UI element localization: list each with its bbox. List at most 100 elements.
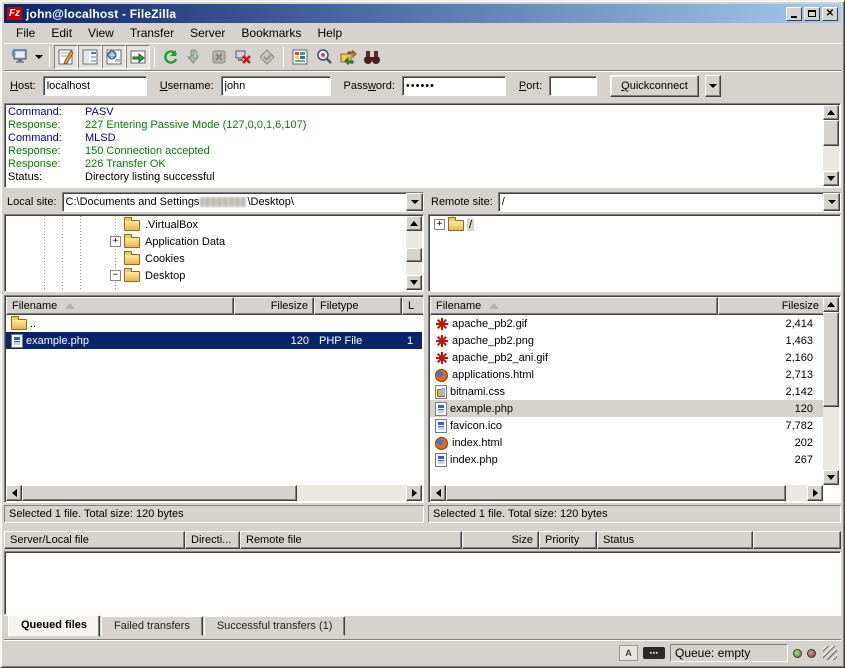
menu-server[interactable]: Server [182, 24, 233, 42]
scroll-right-button[interactable] [807, 485, 823, 501]
tab-queued-files[interactable]: Queued files [8, 615, 100, 637]
local-treeview-icon [81, 48, 99, 66]
expander[interactable] [110, 253, 121, 264]
queue-column-status[interactable]: Status [597, 531, 753, 549]
local-site-combo[interactable]: C:\Documents and Settings\Desktop\ [62, 192, 424, 212]
arrow-left-icon [12, 489, 17, 497]
scrollbar-thumb[interactable] [446, 485, 786, 501]
refresh-button[interactable] [159, 45, 183, 69]
process-queue-button[interactable] [183, 45, 207, 69]
queue-column-priority[interactable]: Priority [539, 531, 597, 549]
scrollbar-thumb[interactable] [823, 312, 839, 407]
expander-plus[interactable]: + [434, 219, 445, 230]
quickconnect-dropdown[interactable] [705, 75, 721, 97]
resize-grip[interactable] [823, 646, 837, 660]
username-label: Username: [160, 80, 214, 92]
column-header-filesize[interactable]: Filesize [234, 297, 314, 315]
menu-file[interactable]: File [8, 24, 43, 42]
remote-site-combo[interactable]: / [498, 192, 841, 212]
log-scrollbar[interactable] [823, 105, 839, 186]
menu-transfer[interactable]: Transfer [122, 24, 182, 42]
file-row[interactable]: index.php 267 [430, 451, 823, 468]
column-header-filesize[interactable]: Filesize [718, 297, 825, 315]
column-header-filetype[interactable]: Filetype [314, 297, 402, 315]
scroll-up-button[interactable] [823, 297, 839, 312]
file-row-parent-dir[interactable]: .. [6, 315, 422, 332]
remote-list-hscrollbar[interactable] [430, 485, 823, 501]
expander-plus[interactable]: + [110, 236, 121, 247]
menu-bookmarks[interactable]: Bookmarks [233, 24, 309, 42]
scroll-up-button[interactable] [823, 105, 839, 120]
scroll-up-button[interactable] [406, 216, 422, 231]
file-row[interactable]: apache_pb2_ani.gif 2,160 [430, 349, 823, 366]
file-row-example-php-selected[interactable]: example.php 120 [430, 400, 823, 417]
local-list-hscrollbar[interactable] [6, 485, 422, 501]
quickconnect-button[interactable]: Quickconnect [610, 75, 699, 97]
directory-comparison-button[interactable] [312, 45, 336, 69]
tab-failed-transfers[interactable]: Failed transfers [101, 616, 203, 636]
find-files-button[interactable] [360, 45, 384, 69]
tree-item-desktop[interactable]: − Desktop [6, 267, 422, 284]
queue-column-size[interactable]: Size [462, 531, 539, 549]
disconnect-button[interactable] [231, 45, 255, 69]
scrollbar-thumb[interactable] [823, 120, 839, 146]
local-tree-scrollbar[interactable] [406, 216, 422, 290]
file-row[interactable]: applications.html 2,713 [430, 366, 823, 383]
file-row[interactable]: bitnami.css 2,142 [430, 383, 823, 400]
scrollbar-thumb[interactable] [406, 248, 422, 262]
expander[interactable] [110, 219, 121, 230]
file-row[interactable]: apache_pb2.png 1,463 [430, 332, 823, 349]
tree-item-application-data[interactable]: + Application Data [6, 233, 422, 250]
minimize-button[interactable] [786, 7, 802, 21]
file-row[interactable]: favicon.ico 7,782 [430, 417, 823, 434]
site-manager-dropdown[interactable] [32, 45, 45, 69]
port-input[interactable] [549, 76, 597, 96]
site-manager-icon [11, 48, 29, 66]
file-row-example-php[interactable]: example.php 120 PHP File 1 [6, 332, 422, 349]
message-log: Command:PASV Response:227 Entering Passi… [4, 103, 841, 188]
maximize-button[interactable] [804, 7, 820, 21]
scroll-down-button[interactable] [823, 470, 839, 485]
site-manager-button[interactable] [8, 45, 32, 69]
scroll-down-button[interactable] [823, 171, 839, 186]
synchronized-browsing-button[interactable] [336, 45, 360, 69]
close-button[interactable]: ✕ [822, 7, 838, 21]
column-header-filename[interactable]: Filename [6, 297, 234, 315]
toggle-remote-tree-button[interactable] [102, 45, 126, 69]
tree-item-cookies[interactable]: Cookies [6, 250, 422, 267]
scroll-left-button[interactable] [6, 485, 22, 501]
queue-column-remote-file[interactable]: Remote file [240, 531, 462, 549]
remote-list-scrollbar[interactable] [823, 297, 839, 485]
scroll-down-button[interactable] [406, 275, 422, 290]
remote-site-dropdown[interactable] [823, 193, 840, 211]
toggle-queue-button[interactable] [126, 45, 150, 69]
menu-edit[interactable]: Edit [43, 24, 80, 42]
expander-minus[interactable]: − [110, 270, 121, 281]
toggle-message-log-button[interactable] [54, 45, 78, 69]
queue-column-server-local[interactable]: Server/Local file [4, 531, 185, 549]
local-site-dropdown[interactable] [406, 193, 423, 211]
host-input[interactable] [43, 76, 147, 96]
menu-help[interactable]: Help [309, 24, 350, 42]
scroll-right-button[interactable] [406, 485, 422, 501]
cancel-button[interactable] [207, 45, 231, 69]
tree-item-virtualbox[interactable]: .VirtualBox [6, 216, 422, 233]
tree-item-root[interactable]: + / [430, 216, 839, 233]
password-input[interactable] [402, 76, 506, 96]
toggle-local-tree-button[interactable] [78, 45, 102, 69]
username-input[interactable] [221, 76, 331, 96]
scrollbar-thumb[interactable] [22, 485, 297, 501]
column-header-filename[interactable]: Filename [430, 297, 718, 315]
scroll-left-button[interactable] [430, 485, 446, 501]
filter-button[interactable] [288, 45, 312, 69]
file-row[interactable]: apache_pb2.gif 2,414 [430, 315, 823, 332]
tab-successful-transfers[interactable]: Successful transfers (1) [204, 616, 346, 636]
column-header-lastmodified[interactable]: L [402, 297, 424, 315]
menu-view[interactable]: View [80, 24, 122, 42]
local-pane: Local site: C:\Documents and Settings\De… [4, 190, 424, 523]
reconnect-button[interactable] [255, 45, 279, 69]
queue-column-direction[interactable]: Directi... [185, 531, 240, 549]
file-row[interactable]: index.html 202 [430, 434, 823, 451]
queue-list-area[interactable] [4, 551, 841, 615]
open-folder-icon [448, 220, 464, 231]
